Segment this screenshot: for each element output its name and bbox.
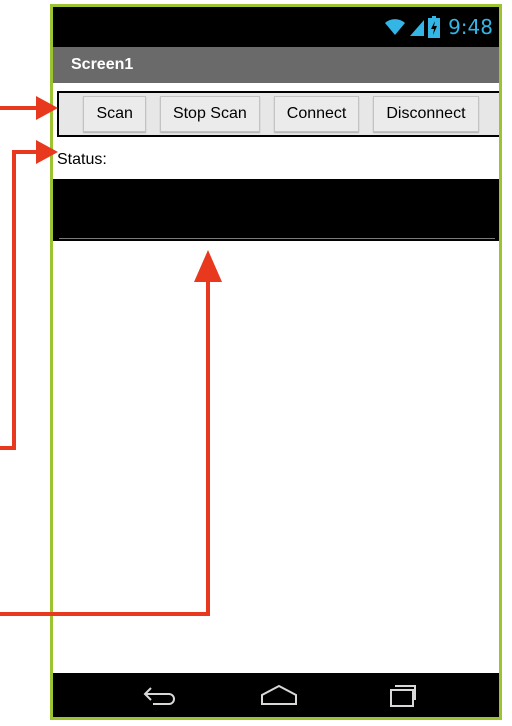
textbox-underline xyxy=(59,238,495,239)
signal-icon xyxy=(410,20,425,36)
disconnect-button[interactable]: Disconnect xyxy=(373,96,479,132)
screen-title: Screen1 xyxy=(71,56,134,73)
scan-button[interactable]: Scan xyxy=(83,96,146,132)
status-label: Status: xyxy=(57,151,107,168)
button-row: Scan Stop Scan Connect Disconnect xyxy=(57,91,499,137)
stop-scan-button[interactable]: Stop Scan xyxy=(159,96,260,132)
home-icon[interactable] xyxy=(259,683,299,707)
back-icon[interactable] xyxy=(141,684,177,706)
title-bar: Screen1 xyxy=(53,47,499,83)
status-textbox[interactable] xyxy=(53,179,499,241)
connect-button[interactable]: Connect xyxy=(273,96,360,132)
recent-apps-icon[interactable] xyxy=(387,682,417,708)
nav-bar xyxy=(53,673,499,717)
status-bar: 9:48 xyxy=(53,7,499,47)
phone-frame: 9:48 Screen1 Scan Stop Scan Connect Disc… xyxy=(50,4,502,720)
wifi-icon xyxy=(385,19,406,35)
status-icons: 9:48 xyxy=(384,13,493,41)
battery-icon xyxy=(428,16,441,38)
clock: 9:48 xyxy=(448,15,493,39)
